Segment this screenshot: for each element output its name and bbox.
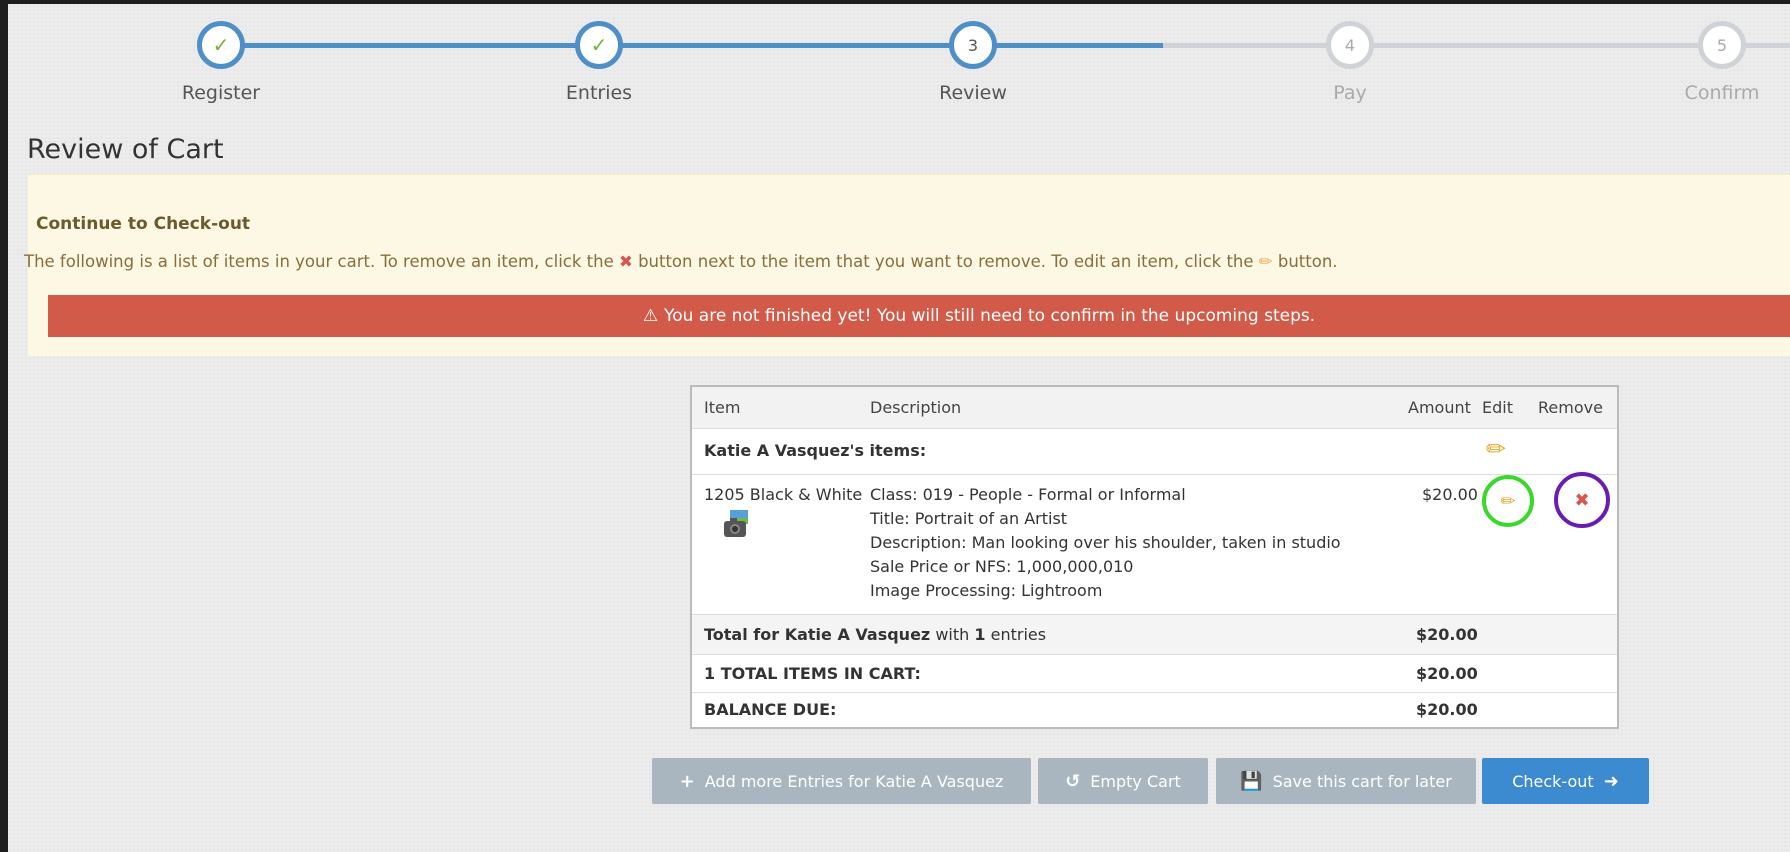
edit-group-pencil-icon[interactable]: ✏ bbox=[1486, 435, 1506, 463]
warning-banner: ⚠ You are not finished yet! You will sti… bbox=[48, 295, 1790, 337]
step-number: 3 bbox=[967, 35, 979, 55]
cart-table: Item Description Amount Edit Remove Kati… bbox=[690, 385, 1619, 729]
step-number: 4 bbox=[1344, 35, 1356, 55]
remove-item-button[interactable]: ✖ bbox=[1554, 472, 1610, 528]
total-count: 1 bbox=[974, 625, 986, 644]
step-pay-circle: 4 bbox=[1326, 21, 1374, 69]
balance-row: BALANCE DUE: $20.00 bbox=[692, 693, 1617, 729]
stepper-track-complete bbox=[583, 43, 973, 48]
alert-heading: Continue to Check-out bbox=[36, 214, 251, 234]
header-description: Description bbox=[870, 398, 962, 417]
table-row: 1205 Black & White Class: 019 - People -… bbox=[692, 472, 1617, 615]
item-name: 1205 Black & White bbox=[704, 485, 863, 504]
stepper-track-complete bbox=[213, 43, 583, 48]
page-title: Review of Cart bbox=[27, 134, 224, 165]
header-amount: Amount bbox=[1408, 398, 1471, 417]
table-header-row: Item Description Amount Edit Remove bbox=[692, 387, 1617, 429]
check-icon: ✓ bbox=[212, 33, 230, 57]
step-entries-label: Entries bbox=[565, 82, 633, 104]
step-register-label: Register bbox=[181, 82, 261, 104]
group-row: Katie A Vasquez's items: ✏ bbox=[692, 429, 1617, 475]
step-pay-label: Pay bbox=[1333, 82, 1367, 104]
description-processing: Image Processing: Lightroom bbox=[870, 581, 1103, 600]
check-icon: ✓ bbox=[590, 33, 608, 57]
total-name: Total for Katie A Vasquez bbox=[704, 625, 931, 644]
total-amount: $20.00 bbox=[1416, 625, 1478, 644]
pencil-icon: ✏ bbox=[1500, 490, 1516, 512]
arrow-right-icon: ➜ bbox=[1603, 770, 1619, 792]
description-text: Description: Man looking over his should… bbox=[870, 533, 1341, 552]
step-register-circle: ✓ bbox=[197, 21, 245, 69]
total-items-amount: $20.00 bbox=[1416, 664, 1478, 683]
remove-icon: ✖ bbox=[618, 252, 633, 271]
add-more-entries-button[interactable]: + Add more Entries for Katie A Vasquez bbox=[652, 758, 1031, 804]
save-icon: 💾 bbox=[1240, 770, 1263, 792]
page-background: ✓ Register ✓ Entries 3 Review 4 Pay 5 Co… bbox=[8, 4, 1790, 852]
save-cart-button[interactable]: 💾 Save this cart for later bbox=[1216, 758, 1476, 804]
edit-item-button[interactable]: ✏ bbox=[1482, 475, 1534, 527]
alert-text-part: button next to the item that you want to… bbox=[638, 252, 1254, 271]
description-class: Class: 019 - People - Formal or Informal bbox=[870, 485, 1186, 504]
step-number: 5 bbox=[1716, 35, 1728, 55]
stepper-track-complete bbox=[973, 43, 1163, 48]
step-entries-circle: ✓ bbox=[575, 21, 623, 69]
save-cart-label: Save this cart for later bbox=[1272, 771, 1452, 791]
plus-icon: + bbox=[679, 770, 695, 792]
total-entries: entries bbox=[990, 625, 1047, 644]
step-review-label: Review bbox=[939, 82, 1007, 104]
warning-text: You are not finished yet! You will still… bbox=[664, 306, 1316, 326]
balance-amount: $20.00 bbox=[1416, 700, 1478, 719]
camera-image-icon bbox=[724, 510, 748, 537]
total-row: Total for Katie A Vasquez with 1 entries… bbox=[692, 615, 1617, 655]
empty-cart-button[interactable]: ↺ Empty Cart bbox=[1038, 758, 1208, 804]
add-more-label: Add more Entries for Katie A Vasquez bbox=[704, 771, 1004, 791]
step-review-circle: 3 bbox=[949, 21, 997, 69]
total-items-label: 1 TOTAL ITEMS IN CART: bbox=[704, 664, 921, 683]
alert-instructions: The following is a list of items in your… bbox=[24, 252, 1338, 271]
item-description: Class: 019 - People - Formal or Informal… bbox=[870, 483, 1341, 603]
description-sale-price: Sale Price or NFS: 1,000,000,010 bbox=[870, 557, 1134, 576]
total-items-row: 1 TOTAL ITEMS IN CART: $20.00 bbox=[692, 655, 1617, 693]
item-amount: $20.00 bbox=[1422, 485, 1478, 504]
checkout-label: Check-out bbox=[1512, 771, 1594, 791]
progress-stepper: ✓ Register ✓ Entries 3 Review 4 Pay 5 Co… bbox=[8, 4, 1790, 114]
step-confirm-circle: 5 bbox=[1698, 21, 1746, 69]
balance-label: BALANCE DUE: bbox=[704, 700, 837, 719]
group-label: Katie A Vasquez's items: bbox=[704, 441, 927, 460]
description-title: Title: Portrait of an Artist bbox=[870, 509, 1068, 528]
checkout-button[interactable]: Check-out ➜ bbox=[1482, 758, 1649, 804]
step-confirm-label: Confirm bbox=[1684, 82, 1760, 104]
stepper-track-pending bbox=[1163, 43, 1790, 48]
empty-cart-label: Empty Cart bbox=[1090, 771, 1181, 791]
alert-text-part: The following is a list of items in your… bbox=[24, 252, 614, 271]
alert-text-part: button. bbox=[1277, 252, 1338, 271]
pencil-icon: ✏ bbox=[1258, 252, 1273, 271]
header-edit: Edit bbox=[1482, 398, 1513, 417]
total-with: with bbox=[935, 625, 970, 644]
warning-icon: ⚠ bbox=[642, 306, 659, 326]
remove-icon: ✖ bbox=[1574, 489, 1590, 511]
total-label: Total for Katie A Vasquez with 1 entries bbox=[704, 625, 1046, 644]
header-remove: Remove bbox=[1538, 398, 1603, 417]
undo-icon: ↺ bbox=[1065, 770, 1081, 792]
header-item: Item bbox=[704, 398, 741, 417]
